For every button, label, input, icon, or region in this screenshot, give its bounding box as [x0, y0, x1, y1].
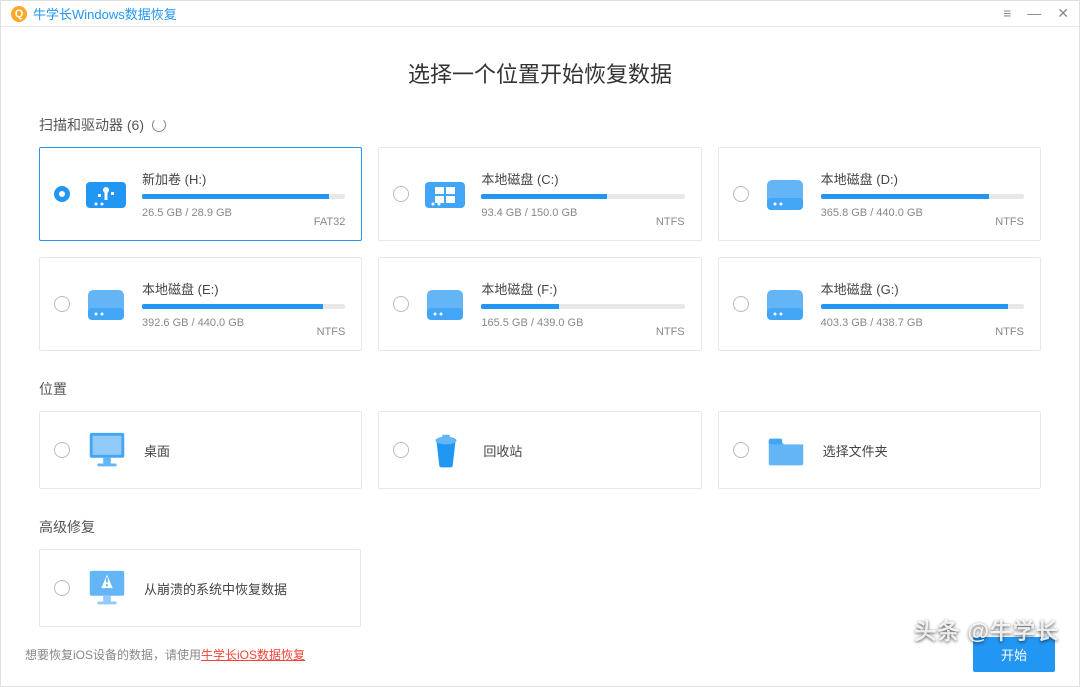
window-controls: ≡ — ✕ — [1003, 5, 1069, 22]
radio-icon[interactable] — [733, 442, 749, 458]
advanced-recovery-card[interactable]: 从崩溃的系统中恢复数据 — [39, 549, 361, 627]
advanced-section-header: 高级修复 — [39, 517, 1041, 537]
drive-name: 本地磁盘 (D:) — [821, 169, 1024, 188]
radio-icon[interactable] — [733, 186, 749, 202]
radio-icon[interactable] — [54, 186, 70, 202]
drive-size: 392.6 GB / 440.0 GB — [142, 317, 345, 329]
location-label: 回收站 — [483, 441, 522, 460]
drive-card-2[interactable]: 本地磁盘 (D:) 365.8 GB / 440.0 GBNTFS — [718, 147, 1041, 241]
drive-name: 本地磁盘 (E:) — [142, 279, 345, 298]
drive-filesystem: NTFS — [656, 216, 685, 228]
usage-bar — [142, 304, 345, 309]
drive-filesystem: NTFS — [995, 216, 1024, 228]
drives-section-header: 扫描和驱动器 (6) — [39, 115, 1041, 135]
usage-bar — [481, 304, 684, 309]
drive-name: 本地磁盘 (C:) — [481, 169, 684, 188]
drive-name: 本地磁盘 (G:) — [821, 279, 1024, 298]
location-card-0[interactable]: 桌面 — [39, 411, 362, 489]
radio-icon[interactable] — [54, 296, 70, 312]
drive-card-1[interactable]: 本地磁盘 (C:) 93.4 GB / 150.0 GBNTFS — [378, 147, 701, 241]
drive-card-0[interactable]: 新加卷 (H:)26.5 GB / 28.9 GBFAT32 — [39, 147, 362, 241]
usage-bar — [481, 194, 684, 199]
location-card-2[interactable]: 选择文件夹 — [718, 411, 1041, 489]
menu-icon[interactable]: ≡ — [1003, 5, 1011, 22]
locations-grid: 桌面 回收站 选择文件夹 — [39, 411, 1041, 489]
drive-icon — [421, 172, 469, 216]
minimize-icon[interactable]: — — [1027, 5, 1041, 22]
refresh-icon[interactable] — [152, 118, 166, 132]
drive-size: 93.4 GB / 150.0 GB — [481, 207, 684, 219]
drive-filesystem: FAT32 — [314, 216, 346, 228]
crash-monitor-icon — [84, 566, 130, 610]
locations-section-header: 位置 — [39, 379, 1041, 399]
drive-size: 165.5 GB / 439.0 GB — [481, 317, 684, 329]
drive-filesystem: NTFS — [656, 326, 685, 338]
usage-bar — [821, 304, 1024, 309]
drive-size: 403.3 GB / 438.7 GB — [821, 317, 1024, 329]
drive-icon — [761, 282, 809, 326]
drive-card-3[interactable]: 本地磁盘 (E:) 392.6 GB / 440.0 GBNTFS — [39, 257, 362, 351]
drive-card-4[interactable]: 本地磁盘 (F:) 165.5 GB / 439.0 GBNTFS — [378, 257, 701, 351]
footer: 想要恢复iOS设备的数据，请使用牛学长iOS数据恢复 开始 — [25, 637, 1055, 672]
drive-icon — [82, 172, 130, 216]
app-name: 牛学长Windows数据恢复 — [33, 4, 177, 23]
drive-name: 本地磁盘 (F:) — [481, 279, 684, 298]
radio-icon[interactable] — [393, 442, 409, 458]
radio-icon[interactable] — [733, 296, 749, 312]
usage-bar — [821, 194, 1024, 199]
drives-label: 扫描和驱动器 (6) — [39, 115, 144, 135]
desktop-icon — [84, 428, 130, 472]
app-logo-icon: Q — [11, 6, 27, 22]
drive-filesystem: NTFS — [995, 326, 1024, 338]
radio-icon[interactable] — [54, 580, 70, 596]
footer-text: 想要恢复iOS设备的数据，请使用牛学长iOS数据恢复 — [25, 646, 305, 663]
trash-icon — [423, 428, 469, 472]
locations-label: 位置 — [39, 379, 67, 399]
radio-icon[interactable] — [393, 296, 409, 312]
advanced-recovery-label: 从崩溃的系统中恢复数据 — [144, 579, 287, 598]
drive-icon — [421, 282, 469, 326]
ios-recovery-link[interactable]: 牛学长iOS数据恢复 — [201, 648, 305, 662]
folder-icon — [763, 428, 809, 472]
drive-icon — [761, 172, 809, 216]
drive-size: 365.8 GB / 440.0 GB — [821, 207, 1024, 219]
drive-name: 新加卷 (H:) — [142, 169, 345, 188]
advanced-label: 高级修复 — [39, 517, 95, 537]
page-title: 选择一个位置开始恢复数据 — [39, 57, 1041, 89]
drive-icon — [82, 282, 130, 326]
radio-icon[interactable] — [393, 186, 409, 202]
usage-bar — [142, 194, 345, 199]
drives-grid: 新加卷 (H:)26.5 GB / 28.9 GBFAT32 本地磁盘 (C:) 9… — [39, 147, 1041, 351]
titlebar: Q 牛学长Windows数据恢复 ≡ — ✕ — [1, 1, 1079, 27]
drive-filesystem: NTFS — [317, 326, 346, 338]
location-card-1[interactable]: 回收站 — [378, 411, 701, 489]
close-icon[interactable]: ✕ — [1057, 5, 1069, 22]
location-label: 桌面 — [144, 441, 170, 460]
watermark: 头条 @牛学长 — [914, 614, 1059, 646]
radio-icon[interactable] — [54, 442, 70, 458]
location-label: 选择文件夹 — [823, 441, 888, 460]
drive-card-5[interactable]: 本地磁盘 (G:) 403.3 GB / 438.7 GBNTFS — [718, 257, 1041, 351]
